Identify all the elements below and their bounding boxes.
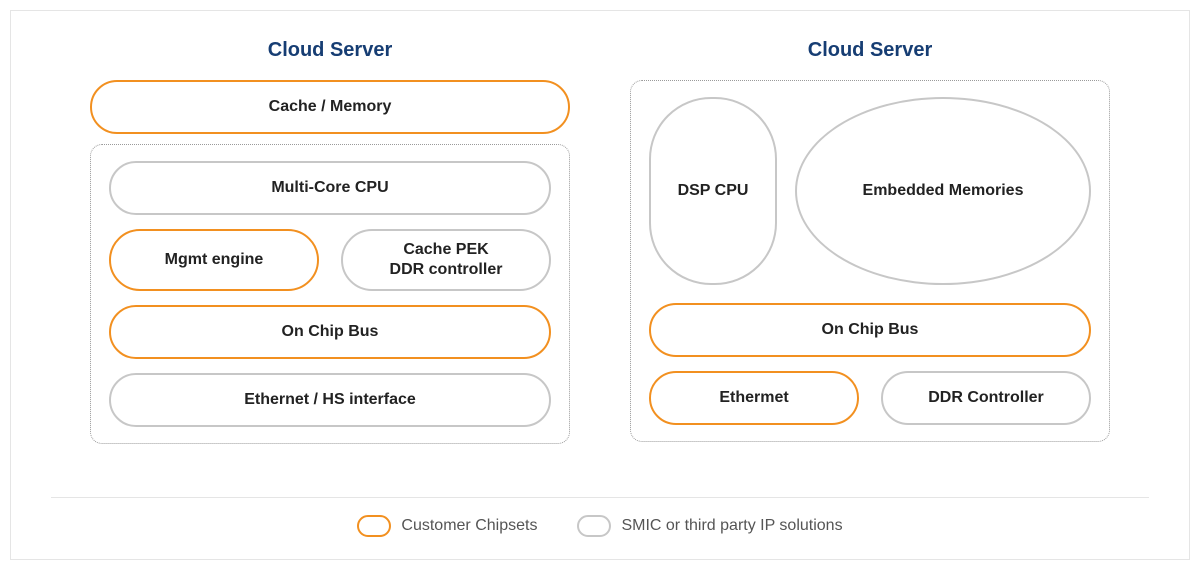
right-top-row: DSP CPU Embedded Memories (649, 97, 1091, 285)
legend-smic-label: SMIC or third party IP solutions (621, 517, 842, 535)
ethernet-hs-block: Ethernet / HS interface (109, 373, 551, 427)
left-row-mgmt-ddr: Mgmt engine Cache PEK DDR controller (109, 229, 551, 291)
cache-pek-ddr-block: Cache PEK DDR controller (341, 229, 551, 291)
divider (51, 497, 1149, 498)
right-column: Cloud Server DSP CPU Embedded Memories O… (630, 39, 1110, 444)
right-bottom-row: Ethermet DDR Controller (649, 371, 1091, 425)
ddr-controller-block: DDR Controller (881, 371, 1091, 425)
legend-smic: SMIC or third party IP solutions (577, 515, 842, 537)
legend: Customer Chipsets SMIC or third party IP… (11, 515, 1189, 537)
left-column: Cloud Server Cache / Memory Multi-Core C… (90, 39, 570, 444)
mgmt-engine-block: Mgmt engine (109, 229, 319, 291)
right-title: Cloud Server (630, 39, 1110, 62)
left-title: Cloud Server (90, 39, 570, 62)
legend-swatch-orange (357, 515, 391, 537)
legend-customer-label: Customer Chipsets (401, 517, 537, 535)
legend-customer: Customer Chipsets (357, 515, 537, 537)
cache-memory-block: Cache / Memory (90, 80, 570, 134)
right-on-chip-bus-block: On Chip Bus (649, 303, 1091, 357)
diagram-frame: Cloud Server Cache / Memory Multi-Core C… (10, 10, 1190, 560)
dsp-cpu-block: DSP CPU (649, 97, 777, 285)
columns: Cloud Server Cache / Memory Multi-Core C… (71, 39, 1129, 444)
multi-core-cpu-block: Multi-Core CPU (109, 161, 551, 215)
legend-swatch-gray (577, 515, 611, 537)
left-on-chip-bus-block: On Chip Bus (109, 305, 551, 359)
ethernet-block: Ethermet (649, 371, 859, 425)
right-chipset-group: DSP CPU Embedded Memories On Chip Bus Et… (630, 80, 1110, 442)
left-chipset-group: Multi-Core CPU Mgmt engine Cache PEK DDR… (90, 144, 570, 444)
embedded-memories-block: Embedded Memories (795, 97, 1091, 285)
